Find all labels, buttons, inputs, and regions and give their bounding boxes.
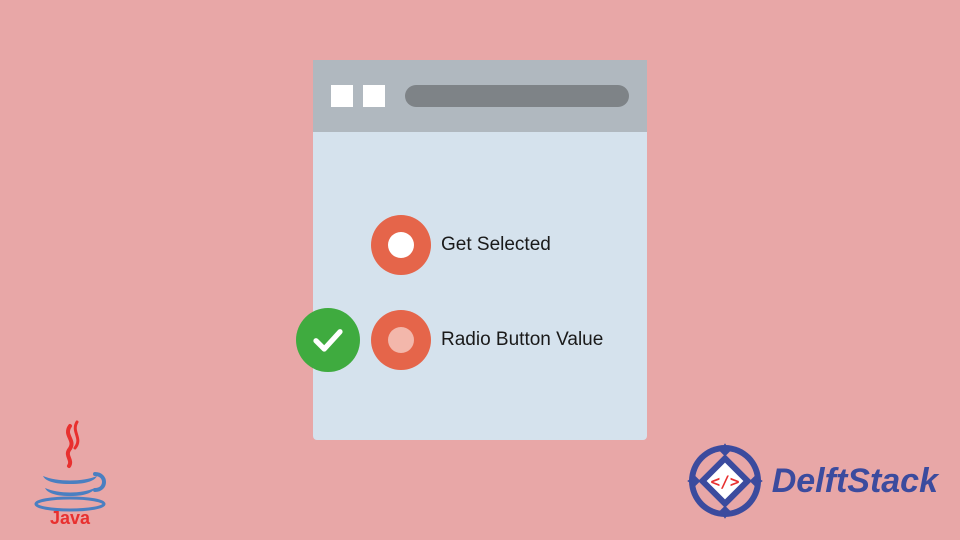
radio-icon bbox=[371, 215, 431, 275]
window-control-icon bbox=[363, 85, 385, 107]
radio-inner-icon bbox=[388, 232, 414, 258]
check-icon bbox=[310, 322, 346, 358]
svg-text:</>: </> bbox=[710, 472, 739, 491]
radio-icon bbox=[371, 310, 431, 370]
check-badge-icon bbox=[296, 308, 360, 372]
radio-label: Radio Button Value bbox=[441, 329, 603, 351]
radio-option[interactable]: Radio Button Value bbox=[371, 310, 603, 370]
window-titlebar bbox=[313, 60, 647, 132]
window-address-bar bbox=[405, 85, 629, 107]
radio-option[interactable]: Get Selected bbox=[371, 215, 551, 275]
brand-name: DelftStack bbox=[772, 462, 938, 501]
app-window: Get Selected Radio Button Value bbox=[313, 60, 647, 440]
brand-mark-icon: </> bbox=[686, 442, 764, 520]
window-control-icon bbox=[331, 85, 353, 107]
radio-inner-icon bbox=[388, 327, 414, 353]
java-logo-icon: Java bbox=[25, 418, 115, 528]
radio-label: Get Selected bbox=[441, 234, 551, 256]
brand: </> DelftStack bbox=[686, 442, 938, 520]
java-logo-text: Java bbox=[50, 508, 91, 528]
